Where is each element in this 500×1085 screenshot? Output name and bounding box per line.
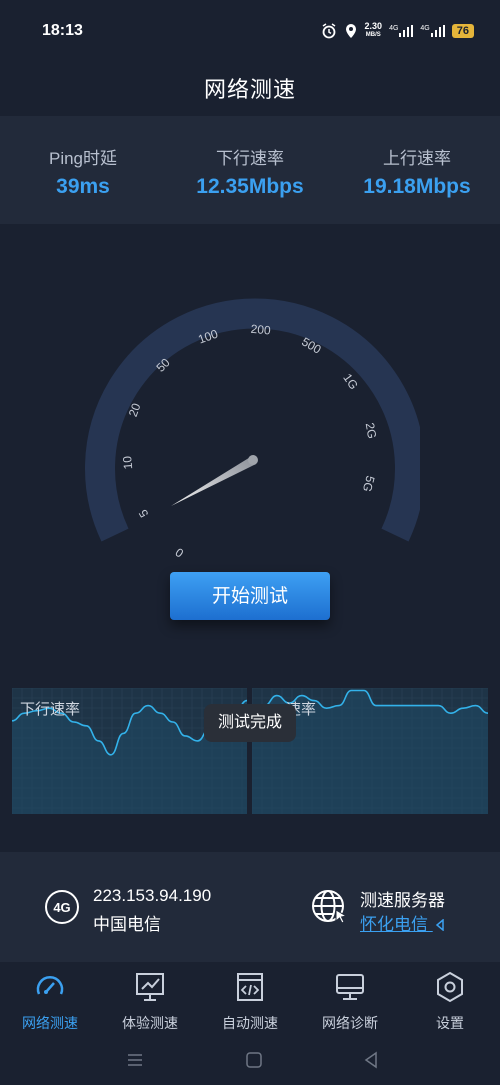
menu-icon[interactable] [126,1052,144,1068]
gauge-tick-label: 20 [126,401,144,419]
status-bar: 18:13 2.30 MB/S 4G 4G 76 [0,0,500,64]
gauge-tick-label: 5 [136,507,152,520]
nav-item-speed-test[interactable]: 网络测速 [0,970,100,1033]
alarm-icon [322,23,335,39]
signal-icon-1: 4G [389,25,414,37]
globe-server-icon [312,890,348,924]
status-icons: 2.30 MB/S 4G 4G 76 [321,22,474,40]
upload-label: 上行速率 [383,149,451,168]
signal-1-label: 4G [389,25,399,32]
server-name: 怀化电信 [360,915,428,934]
download-label: 下行速率 [216,149,284,168]
system-nav-bar [0,1040,500,1085]
server-name-link[interactable]: 怀化电信 [360,910,445,935]
ip-address: 223.153.94.190 [93,886,212,905]
toast-message: 测试完成 [204,704,296,742]
net-speed-indicator: 2.30 MB/S [365,22,383,40]
nav-item-auto-test[interactable]: 自动测速 [200,970,300,1033]
page-title: 网络测速 [203,77,296,102]
nav-label-auto-test: 自动测速 [222,1015,278,1031]
nav-label-speed-test: 网络测速 [22,1015,78,1031]
upload-value: 19.18Mbps [363,175,471,198]
nav-label-settings: 设置 [436,1015,464,1031]
code-window-icon [237,973,263,1001]
gauge-tick-label: 5G [360,474,378,493]
nav-item-experience-test[interactable]: 体验测速 [100,970,200,1033]
stats-panel: Ping时延 39ms 下行速率 12.35Mbps 上行速率 19.18Mbp… [0,116,500,224]
start-test-button[interactable]: 开始测试 [170,572,330,620]
network-type-badge: 4G [53,900,70,915]
desktop-icon [336,974,364,1000]
net-speed-value: 2.30 [364,21,383,31]
nav-label-experience-test: 体验测速 [122,1015,178,1031]
location-icon [345,24,356,38]
isp-name: 中国电信 [93,915,161,934]
gear-hexagon-icon [437,971,463,1003]
ping-label: Ping时延 [48,149,118,168]
bottom-nav: 网络测速 体验测速 自动测速 网络诊断 设置 [0,962,500,1038]
signal-2-label: 4G [420,25,430,32]
monitor-chart-icon [136,973,164,1001]
gauge-tick-label: 1G [340,371,361,392]
gauge-tick-label: 0 [173,545,187,560]
network-type-icon: 4G [45,890,79,924]
caret-left-icon [435,918,444,932]
download-stat: 下行速率 12.35Mbps [167,144,333,199]
ping-stat: Ping时延 39ms [0,144,166,199]
gauge-tick-label: 200 [250,322,271,338]
gauge-tick-label: 10 [120,455,135,470]
ping-value: 39ms [56,175,110,198]
upload-stat: 上行速率 19.18Mbps [334,144,500,199]
signal-icon-2: 4G [420,25,445,37]
download-graph-label: 下行速率 [20,701,81,718]
nav-label-network-diagnosis: 网络诊断 [322,1015,378,1031]
back-triangle-icon[interactable] [363,1051,379,1069]
status-time: 18:13 [42,22,83,39]
nav-item-settings[interactable]: 设置 [400,970,500,1033]
gauge-needle [171,455,258,506]
speed-gauge: 05102050100 2005001G2G5G [85,298,420,560]
gauge-tick-label: 2G [363,422,380,440]
download-value: 12.35Mbps [196,175,304,198]
home-square-icon[interactable] [245,1051,263,1069]
battery-indicator: 76 [451,24,474,38]
network-info-panel: 4G 223.153.94.190 中国电信 测速服务器 怀化电信 [0,852,500,962]
nav-item-network-diagnosis[interactable]: 网络诊断 [300,970,400,1033]
server-title: 测速服务器 [360,891,445,910]
speedometer-icon [36,976,64,995]
net-speed-unit: MB/S [365,32,381,38]
